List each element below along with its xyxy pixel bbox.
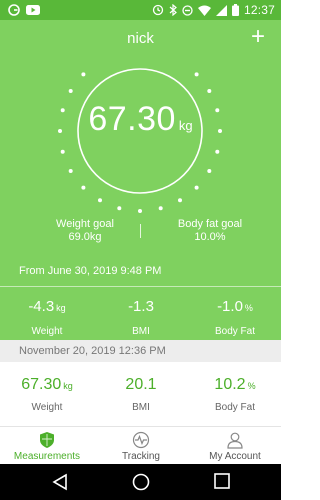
body-fat-goal-label: Body fat goal — [177, 218, 243, 230]
weight-change-value: -4.3 — [28, 298, 55, 315]
tab-measurements-label: Measurements — [13, 451, 81, 462]
tab-my-account-label: My Account — [209, 451, 261, 462]
body-fat-change-value: -1.0 — [217, 298, 243, 315]
body-fat-goal[interactable]: Body fat goal 10.0% — [150, 218, 270, 244]
pulse-icon — [132, 431, 150, 449]
ring-dot — [194, 72, 199, 77]
bmi-change-label: BMI — [132, 326, 150, 337]
latest-weight-unit: kg — [63, 381, 73, 391]
person-icon — [227, 432, 243, 449]
tab-measurements[interactable]: Measurements — [0, 431, 94, 462]
ring-dot — [194, 185, 199, 190]
signal-icon — [215, 4, 227, 16]
latest-bmi-label: BMI — [132, 402, 150, 413]
battery-icon — [231, 4, 239, 16]
ring-dot — [178, 198, 182, 203]
recents-icon[interactable] — [214, 473, 230, 489]
bluetooth-icon — [169, 4, 177, 16]
change-since-text: From June 30, 2019 9:48 PM — [19, 265, 162, 277]
status-bar: 12:37 — [0, 0, 281, 20]
tab-my-account[interactable]: My Account — [188, 431, 282, 462]
latest-weight-label: Weight — [31, 402, 63, 413]
current-weight-unit: kg — [178, 118, 193, 133]
weight-change-label: Weight — [31, 326, 63, 337]
latest-bmi-value: 20.1 — [125, 376, 157, 393]
back-icon[interactable] — [52, 473, 68, 491]
ring-dot — [207, 169, 212, 173]
shield-icon — [40, 432, 54, 448]
latest-body-fat: 10.2% Body Fat — [188, 376, 282, 413]
ring-dot — [207, 89, 212, 93]
ring-dot — [215, 149, 220, 154]
body-fat-change: -1.0% Body Fat — [188, 298, 282, 337]
ring-dot — [117, 206, 122, 211]
goal-divider — [140, 224, 141, 238]
latest-body-fat-value: 10.2 — [214, 376, 246, 393]
ring-dot — [158, 206, 163, 211]
wifi-icon — [197, 5, 211, 16]
weight-ring — [58, 68, 222, 213]
hero-divider — [0, 286, 281, 287]
latest-body-fat-unit: % — [247, 381, 256, 391]
tab-tracking-label: Tracking — [122, 451, 160, 462]
notification-g-icon — [8, 4, 20, 16]
ring-dot — [81, 72, 86, 77]
weight-goal[interactable]: Weight goal 69.0kg — [25, 218, 145, 244]
body-fat-change-unit: % — [244, 303, 253, 313]
ring-dot — [138, 209, 142, 213]
ring-dot — [68, 169, 73, 173]
bmi-change-value: -1.3 — [128, 298, 154, 315]
tab-tracking[interactable]: Tracking — [94, 431, 188, 462]
latest-bmi: 20.1 BMI — [94, 376, 188, 413]
latest-weight-value: 67.30 — [21, 376, 62, 393]
latest-body-fat-label: Body Fat — [214, 402, 256, 413]
home-icon[interactable] — [132, 473, 150, 491]
body-fat-change-label: Body Fat — [214, 326, 256, 337]
latest-date-bar: November 20, 2019 12:36 PM — [0, 340, 281, 362]
latest-weight: 67.30 kg Weight — [0, 376, 94, 413]
sync-icon — [152, 4, 164, 16]
youtube-icon — [26, 5, 40, 15]
add-button[interactable]: + — [251, 25, 265, 49]
current-weight: 67.30 kg — [0, 100, 281, 139]
ring-dot — [68, 89, 73, 93]
ring-dot — [60, 149, 65, 154]
measurement-summary: nick + 67.30 kg Weight goal 69.0kg Body f… — [0, 20, 281, 340]
weight-change: -4.3 kg Weight — [0, 298, 94, 337]
current-weight-value: 67.30 — [88, 100, 176, 138]
status-time: 12:37 — [243, 3, 275, 17]
ring-dot — [81, 185, 86, 190]
mute-icon — [182, 4, 193, 16]
profile-name[interactable]: nick — [0, 30, 281, 47]
ring-dot — [98, 198, 102, 203]
body-fat-goal-value: 10.0% — [194, 231, 226, 243]
bottom-tab-bar: Measurements Tracking My Account — [0, 426, 281, 464]
weight-change-unit: kg — [56, 303, 66, 313]
weight-goal-label: Weight goal — [56, 218, 114, 230]
bmi-change: -1.3 BMI — [94, 298, 188, 337]
weight-goal-value: 69.0kg — [68, 231, 102, 243]
system-nav-bar — [0, 464, 281, 500]
